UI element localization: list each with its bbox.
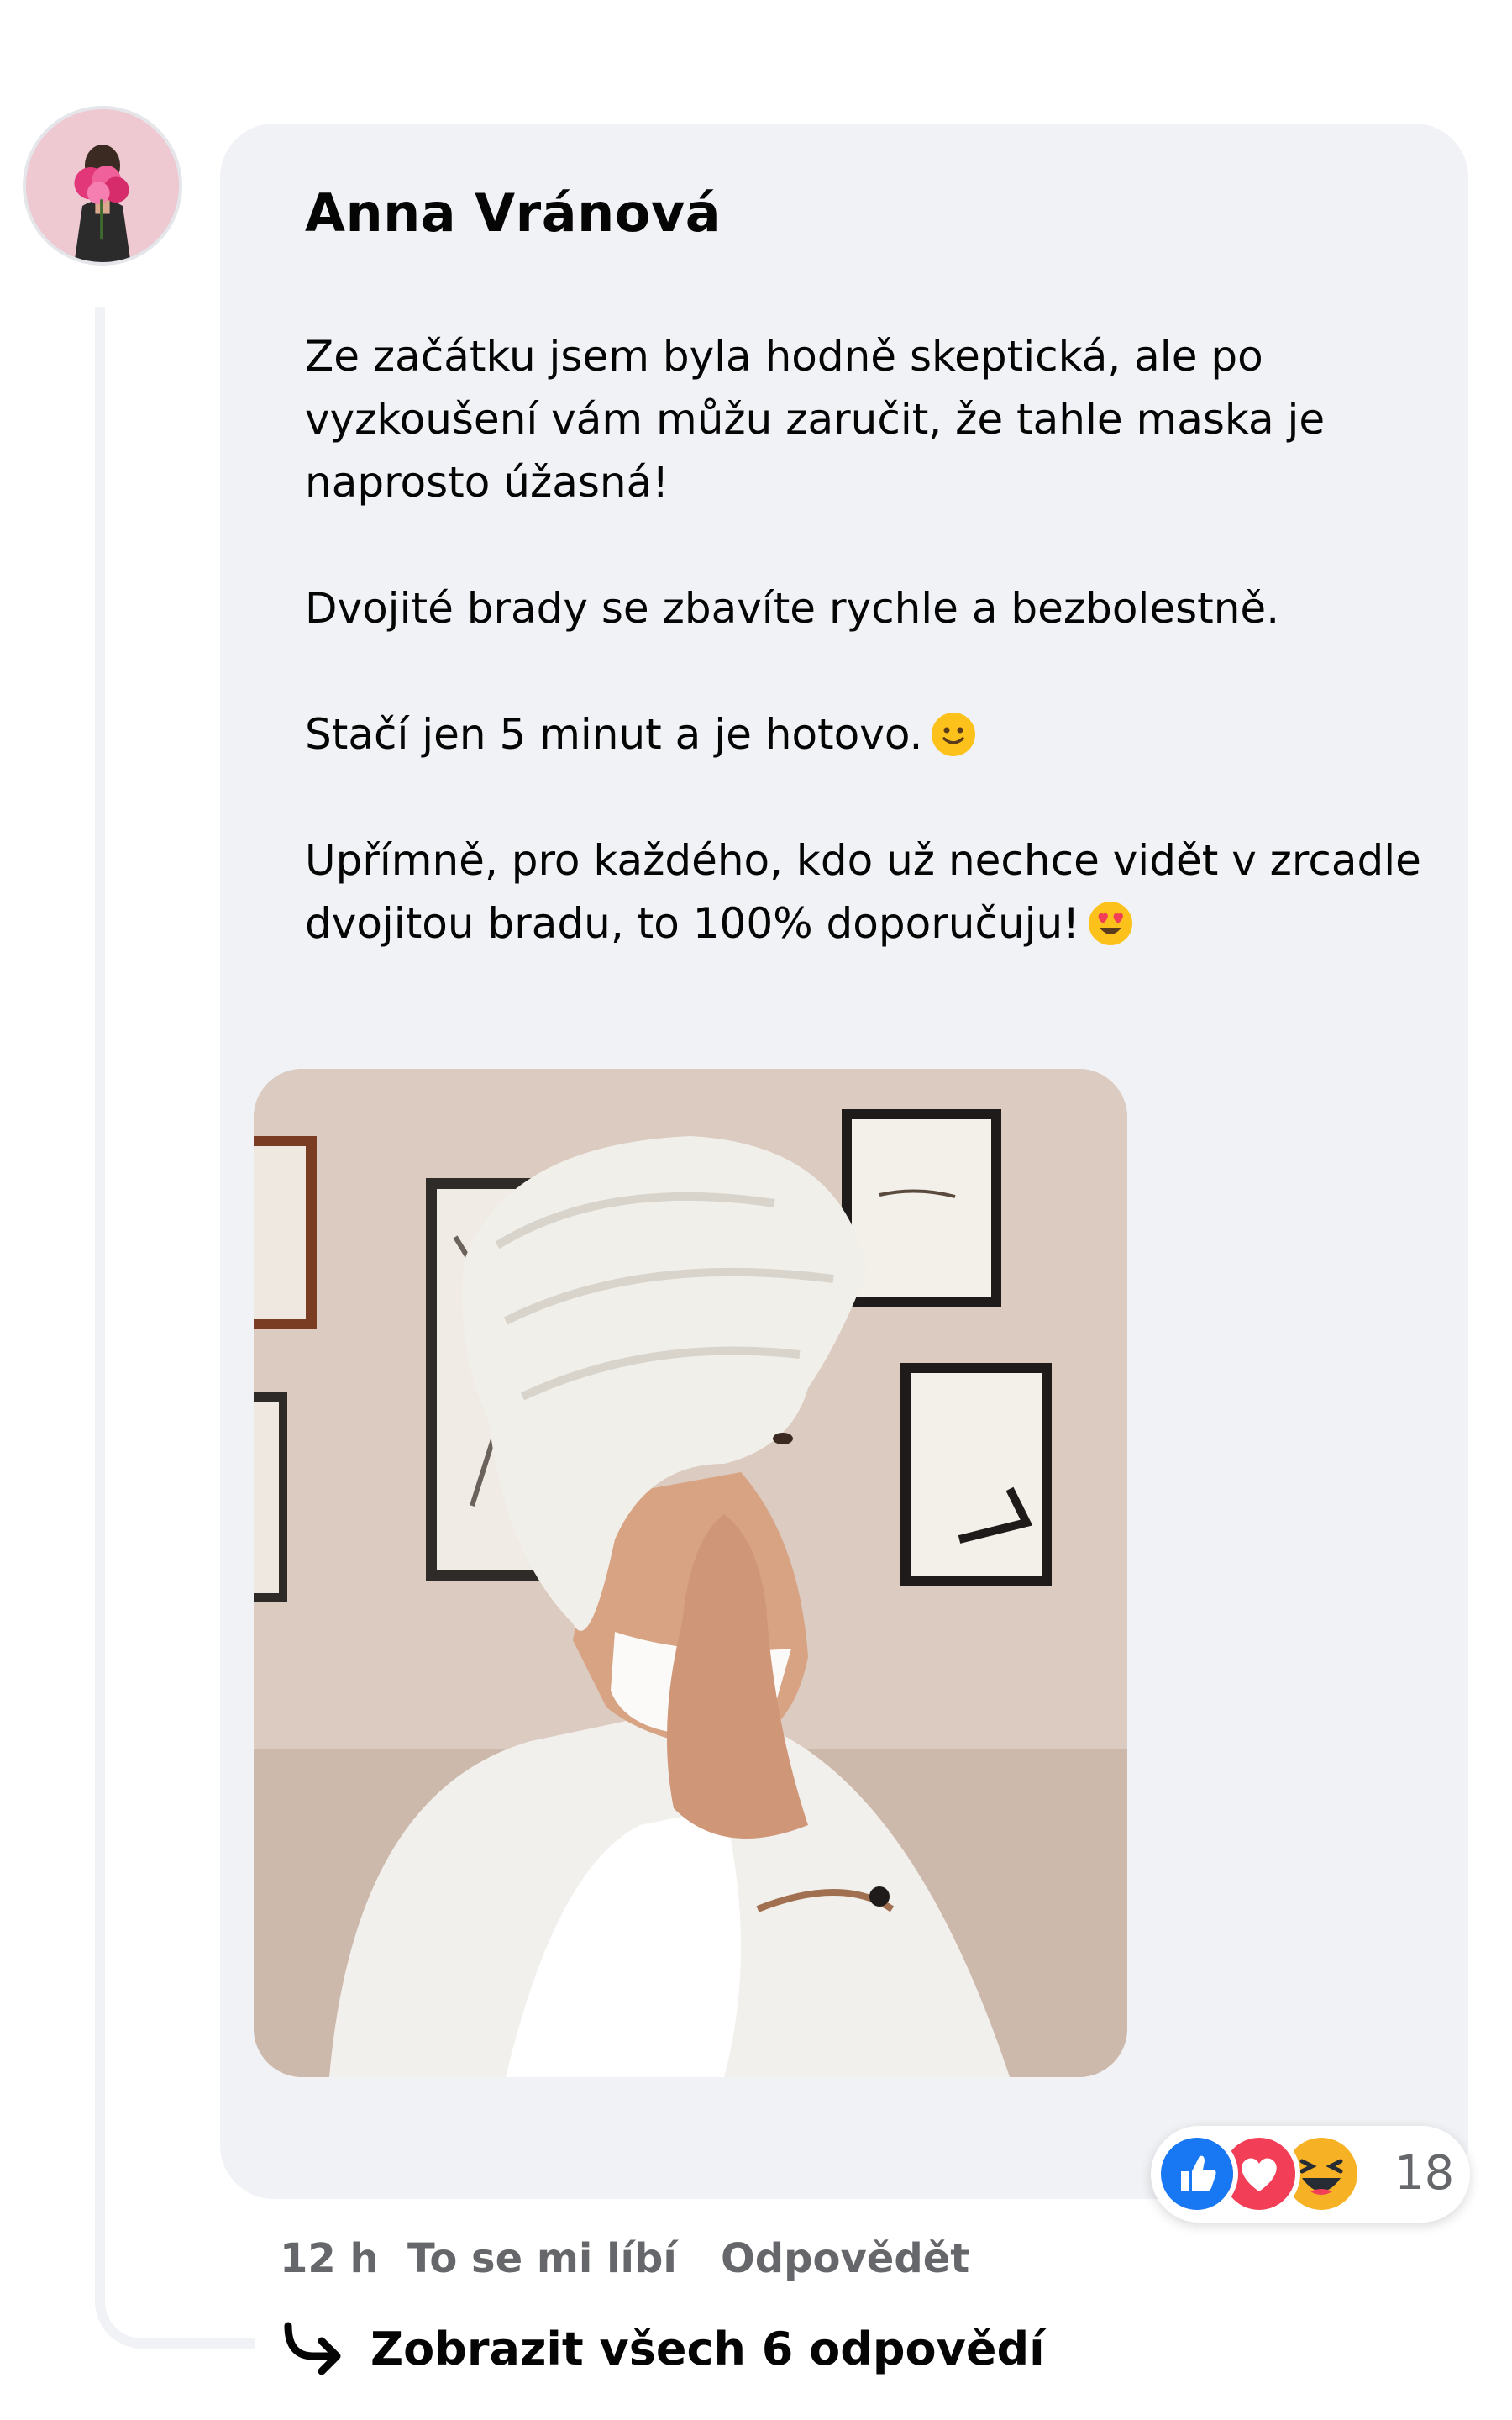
reply-arrow-icon — [284, 2322, 341, 2375]
reactions-summary[interactable]: 18 — [1151, 2126, 1470, 2223]
comment-paragraph-text: Stačí jen 5 minut a je hotovo. — [305, 710, 923, 759]
comment-paragraph: Ze začátku jsem byla hodně skeptická, al… — [305, 332, 1326, 507]
view-replies-button[interactable]: Zobrazit všech 6 odpovědí — [280, 2319, 1045, 2378]
woman-with-chin-mask-photo — [254, 1069, 1127, 2077]
reaction-count: 18 — [1394, 2146, 1455, 2201]
comment-timestamp[interactable]: 12 h — [280, 2235, 379, 2282]
like-button[interactable]: To se mi líbí — [407, 2235, 677, 2282]
comment-author-name[interactable]: Anna Vránová — [305, 182, 721, 244]
avatar[interactable] — [23, 106, 182, 266]
comment-attached-photo[interactable] — [254, 1069, 1127, 2077]
like-reaction-icon — [1156, 2133, 1238, 2215]
comment-paragraph: Dvojité brady se zbavíte rychle a bezbol… — [305, 584, 1280, 633]
comment-paragraph: Upřímně, pro každého, kdo už nechce vidě… — [305, 829, 1422, 955]
comment-paragraph: Stačí jen 5 minut a je hotovo. — [305, 703, 1422, 766]
avatar-photo — [26, 109, 179, 262]
comment-bubble: Anna Vránová Ze začátku jsem byla hodně … — [220, 124, 1468, 2199]
view-replies-label: Zobrazit všech 6 odpovědí — [370, 2322, 1045, 2375]
heart-eyes-face-icon — [1089, 902, 1133, 945]
slightly-smiling-face-icon — [932, 713, 976, 756]
comment-paragraph-text: Upřímně, pro každého, kdo už nechce vidě… — [305, 836, 1421, 948]
reply-button[interactable]: Odpovědět — [721, 2235, 969, 2282]
